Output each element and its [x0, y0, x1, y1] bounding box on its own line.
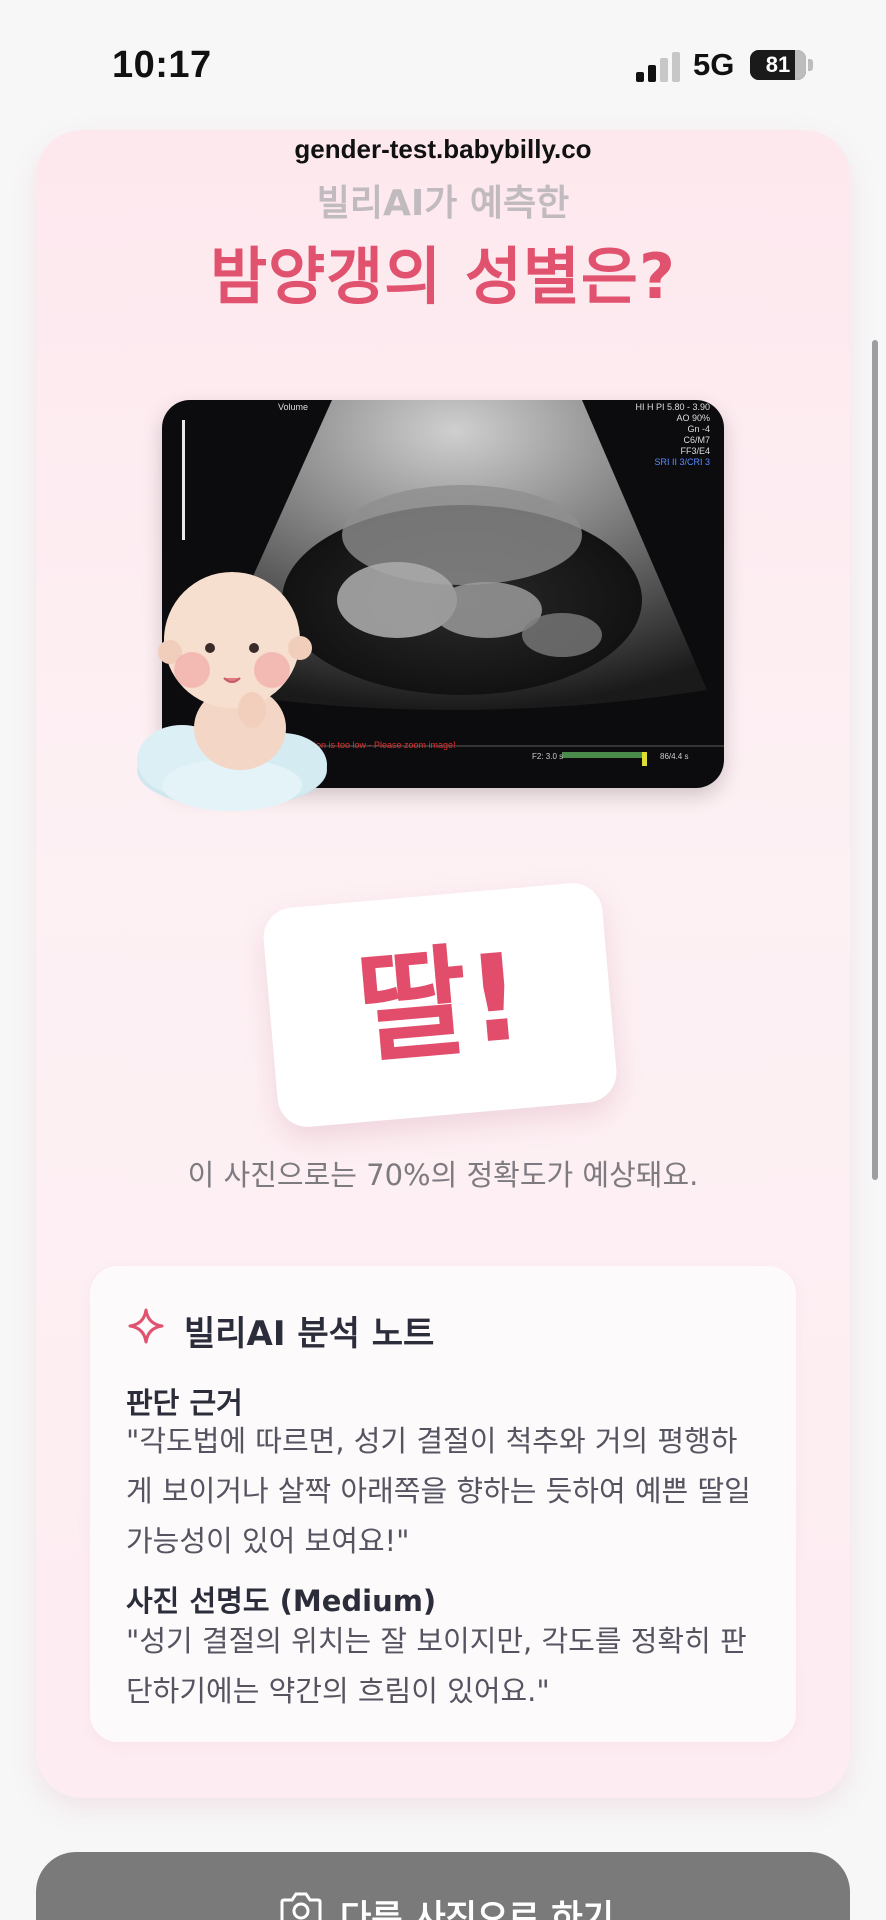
clarity-heading: 사진 선명도 (Medium) [126, 1584, 437, 1618]
analysis-note-title: 빌리AI 분석 노트 [184, 1314, 435, 1354]
basis-line: 게 보이거나 살짝 아래쪽을 향하는 듯하여 예쁜 딸일 [126, 1474, 751, 1508]
retry-photo-button-label[interactable]: 다른 사진으로 하기 [340, 1890, 614, 1920]
clarity-line: 단하기에는 약간의 흐림이 있어요." [126, 1674, 550, 1708]
ultrasound-warning: ion is too low - Please zoom image! [314, 740, 456, 750]
ultrasound-settings: HI H PI 5.80 - 3.90 AO 90% Gn -4 C6/M7 F… [635, 402, 710, 468]
basis-line: 가능성이 있어 보여요!" [126, 1524, 410, 1558]
battery-level: 81 [765, 52, 791, 77]
ultrasound-setting-line: SRI II 3/CRI 3 [654, 457, 710, 467]
ultrasound-footer-right: 86/4.4 s [660, 752, 689, 761]
url-bar[interactable]: gender-test.babybilly.co [0, 134, 886, 165]
gender-result-label: 딸! [351, 928, 529, 1081]
scrollbar[interactable] [872, 340, 878, 1180]
clarity-line: "성기 결절의 위치는 잘 보이지만, 각도를 정확히 판 [126, 1624, 747, 1658]
status-bar: 10:17 5G 81 [0, 0, 886, 120]
clarity-body: "성기 결절의 위치는 잘 보이지만, 각도를 정확히 판 단하기에는 약간의 … [126, 1616, 766, 1716]
page-title: 밤양갱의 성별은? [210, 240, 676, 313]
ultrasound-setting-line: FF3/E4 [680, 446, 710, 456]
accuracy-text: 이 사진으로는 70%의 정확도가 예상돼요. [187, 1158, 699, 1192]
page-subtitle: 빌리AI가 예측한 [316, 183, 570, 224]
camera-icon [280, 1892, 322, 1920]
ultrasound-setting-line: C6/M7 [683, 435, 710, 445]
baby-on-cloud-illustration [137, 572, 327, 811]
ultrasound-overlay-label: Volume [278, 402, 309, 412]
basis-line: "각도법에 따르면, 성기 결절이 척추와 거의 평행하 [126, 1424, 738, 1458]
ultrasound-setting-line: HI H PI 5.80 - 3.90 [635, 402, 710, 412]
cellular-signal-icon [636, 52, 680, 82]
battery-tip [808, 59, 813, 71]
battery-icon: 81 [750, 50, 806, 80]
ultrasound-setting-line: AO 90% [676, 413, 710, 423]
network-type: 5G [693, 47, 735, 82]
ultrasound-footer-left: F2: 3.0 s [532, 752, 564, 761]
status-time: 10:17 [112, 44, 212, 86]
sparkle-icon [128, 1308, 164, 1344]
basis-body: "각도법에 따르면, 성기 결절이 척추와 거의 평행하 게 보이거나 살짝 아… [126, 1416, 766, 1566]
ultrasound-setting-line: Gn -4 [687, 424, 710, 434]
